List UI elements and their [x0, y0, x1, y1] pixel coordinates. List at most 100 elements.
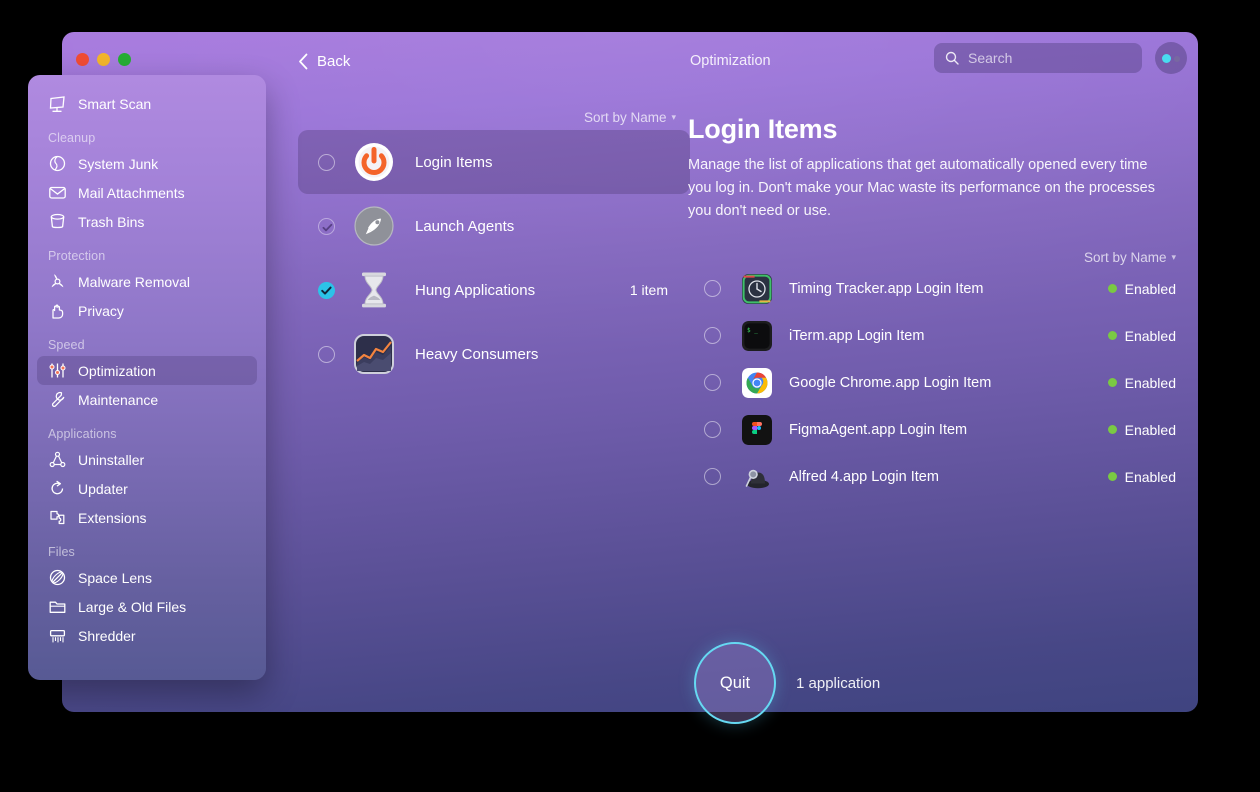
activity-chart-icon	[354, 334, 394, 374]
account-active-dot-icon	[1162, 54, 1171, 63]
sidebar-item-shredder[interactable]: Shredder	[37, 621, 257, 650]
status-dot-icon	[1107, 472, 1117, 481]
uninstaller-icon	[49, 451, 66, 468]
detail-panel: Login Items Manage the list of applicati…	[688, 114, 1188, 500]
row-checkbox-unchecked[interactable]	[704, 327, 721, 344]
sidebar: Smart Scan Cleanup System Junk Mail Attachm…	[28, 75, 266, 680]
sidebar-item-label: Optimization	[78, 362, 156, 379]
optimization-icon	[49, 363, 66, 378]
row-checkbox-unchecked[interactable]	[704, 421, 721, 438]
sidebar-item-label: Mail Attachments	[78, 184, 185, 201]
search-icon	[945, 51, 959, 65]
login-item-row[interactable]: Google Chrome.app Login Item Enabled	[688, 359, 1188, 406]
sidebar-item-malware-removal[interactable]: Malware Removal	[37, 267, 257, 296]
sidebar-item-label: Shredder	[78, 627, 136, 644]
search-placeholder: Search	[968, 50, 1013, 66]
sidebar-item-large-old-files[interactable]: Large & Old Files	[37, 592, 257, 621]
sidebar-item-label: Extensions	[78, 509, 147, 526]
middle-sort-control[interactable]: Sort by Name ▾	[294, 104, 694, 130]
sidebar-item-optimization[interactable]: Optimization	[37, 356, 257, 385]
row-checkbox-checked[interactable]	[318, 281, 335, 299]
sidebar-item-label: Malware Removal	[78, 273, 191, 290]
status-dot-icon	[1107, 284, 1117, 293]
row-checkbox-indeterminate[interactable]	[318, 217, 335, 235]
maintenance-icon	[51, 391, 65, 407]
shredder-icon	[49, 629, 66, 643]
zoom-window-button[interactable]	[118, 53, 131, 66]
module-list-row[interactable]: Login Items	[298, 130, 690, 194]
hourglass-icon	[362, 272, 386, 308]
sidebar-group-label: Speed	[48, 338, 85, 352]
module-list-row-label: Hung Applications	[415, 281, 536, 299]
status-dot-icon	[1107, 331, 1117, 340]
status-dot-icon	[1107, 378, 1117, 387]
status-badge: Enabled	[1107, 374, 1176, 391]
smart-scan-icon	[49, 96, 65, 112]
module-list-row[interactable]: Heavy Consumers	[298, 322, 690, 386]
row-checkbox-unchecked[interactable]	[704, 280, 721, 297]
detail-sort-control[interactable]: Sort by Name ▾	[688, 250, 1188, 265]
module-list-row[interactable]: Launch Agents	[298, 194, 690, 258]
login-item-name: Google Chrome.app Login Item	[789, 374, 992, 391]
malware-removal-icon	[51, 274, 64, 288]
login-item-row[interactable]: Timing Tracker.app Login Item Enabled	[688, 265, 1188, 312]
figma-agent-app-icon	[742, 414, 772, 445]
login-item-row[interactable]: Alfred 4.app Login Item Enabled	[688, 453, 1188, 500]
middle-sort-label: Sort by Name	[583, 109, 667, 125]
sidebar-item-label: System Junk	[78, 155, 159, 172]
status-badge: Enabled	[1107, 468, 1176, 485]
sidebar-item-extensions[interactable]: Extensions	[37, 503, 257, 532]
row-checkbox-unchecked[interactable]	[704, 468, 721, 485]
power-button-icon	[355, 143, 393, 181]
module-list-row-label: Login Items	[415, 153, 493, 171]
row-checkbox-unchecked[interactable]	[704, 374, 721, 391]
login-item-name: Alfred 4.app Login Item	[789, 468, 939, 485]
sidebar-item-privacy[interactable]: Privacy	[37, 296, 257, 325]
sidebar-group-label: Protection	[48, 249, 106, 263]
sidebar-item-smart-scan[interactable]: Smart Scan	[37, 89, 257, 118]
account-status-button[interactable]	[1155, 42, 1187, 74]
sidebar-group-label: Cleanup	[48, 131, 96, 145]
status-label: Enabled	[1124, 421, 1176, 438]
row-checkbox-unchecked[interactable]	[318, 345, 335, 363]
sidebar-item-system-junk[interactable]: System Junk	[37, 149, 257, 178]
status-label: Enabled	[1124, 468, 1176, 485]
status-label: Enabled	[1124, 280, 1176, 297]
row-checkbox-unchecked[interactable]	[318, 153, 335, 171]
chevron-left-icon	[299, 53, 308, 70]
sidebar-item-maintenance[interactable]: Maintenance	[37, 385, 257, 414]
status-label: Enabled	[1124, 374, 1176, 391]
close-window-button[interactable]	[76, 53, 89, 66]
login-item-name: FigmaAgent.app Login Item	[789, 421, 968, 438]
login-item-row[interactable]: FigmaAgent.app Login Item Enabled	[688, 406, 1188, 453]
sidebar-item-trash-bins[interactable]: Trash Bins	[37, 207, 257, 236]
page-description: Manage the list of applications that get…	[688, 157, 1155, 219]
module-list-row-label: Heavy Consumers	[415, 345, 539, 363]
footer-action-group: Quit 1 application	[694, 642, 880, 724]
system-junk-icon	[49, 155, 66, 172]
sidebar-item-space-lens[interactable]: Space Lens	[37, 563, 257, 592]
sidebar-item-label: Large & Old Files	[78, 598, 187, 615]
updater-icon	[51, 480, 64, 495]
sidebar-item-uninstaller[interactable]: Uninstaller	[37, 445, 257, 474]
search-input[interactable]: Search	[934, 43, 1142, 73]
module-list-row[interactable]: Hung Applications 1 item	[298, 258, 690, 322]
iterm-app-icon: $ _	[742, 320, 772, 351]
sidebar-item-label: Privacy	[78, 302, 124, 319]
minimize-window-button[interactable]	[97, 53, 110, 66]
quit-button[interactable]: Quit	[694, 642, 776, 724]
status-label: Enabled	[1124, 327, 1176, 344]
quit-count-label: 1 application	[796, 674, 881, 692]
back-button[interactable]: Back	[292, 49, 356, 74]
module-list: Login Items Launch Agents Hung Application…	[294, 130, 694, 386]
sidebar-item-updater[interactable]: Updater	[37, 474, 257, 503]
status-badge: Enabled	[1107, 327, 1176, 344]
module-list-row-label: Launch Agents	[415, 217, 515, 235]
login-item-row[interactable]: $ _ iTerm.app Login Item Enabled	[688, 312, 1188, 359]
sidebar-item-mail-attachments[interactable]: Mail Attachments	[37, 178, 257, 207]
status-dot-icon	[1107, 425, 1117, 434]
rocket-icon	[354, 206, 394, 246]
traffic-lights	[76, 53, 131, 66]
sidebar-item-label: Maintenance	[78, 391, 159, 408]
sidebar-item-label: Trash Bins	[78, 213, 145, 230]
